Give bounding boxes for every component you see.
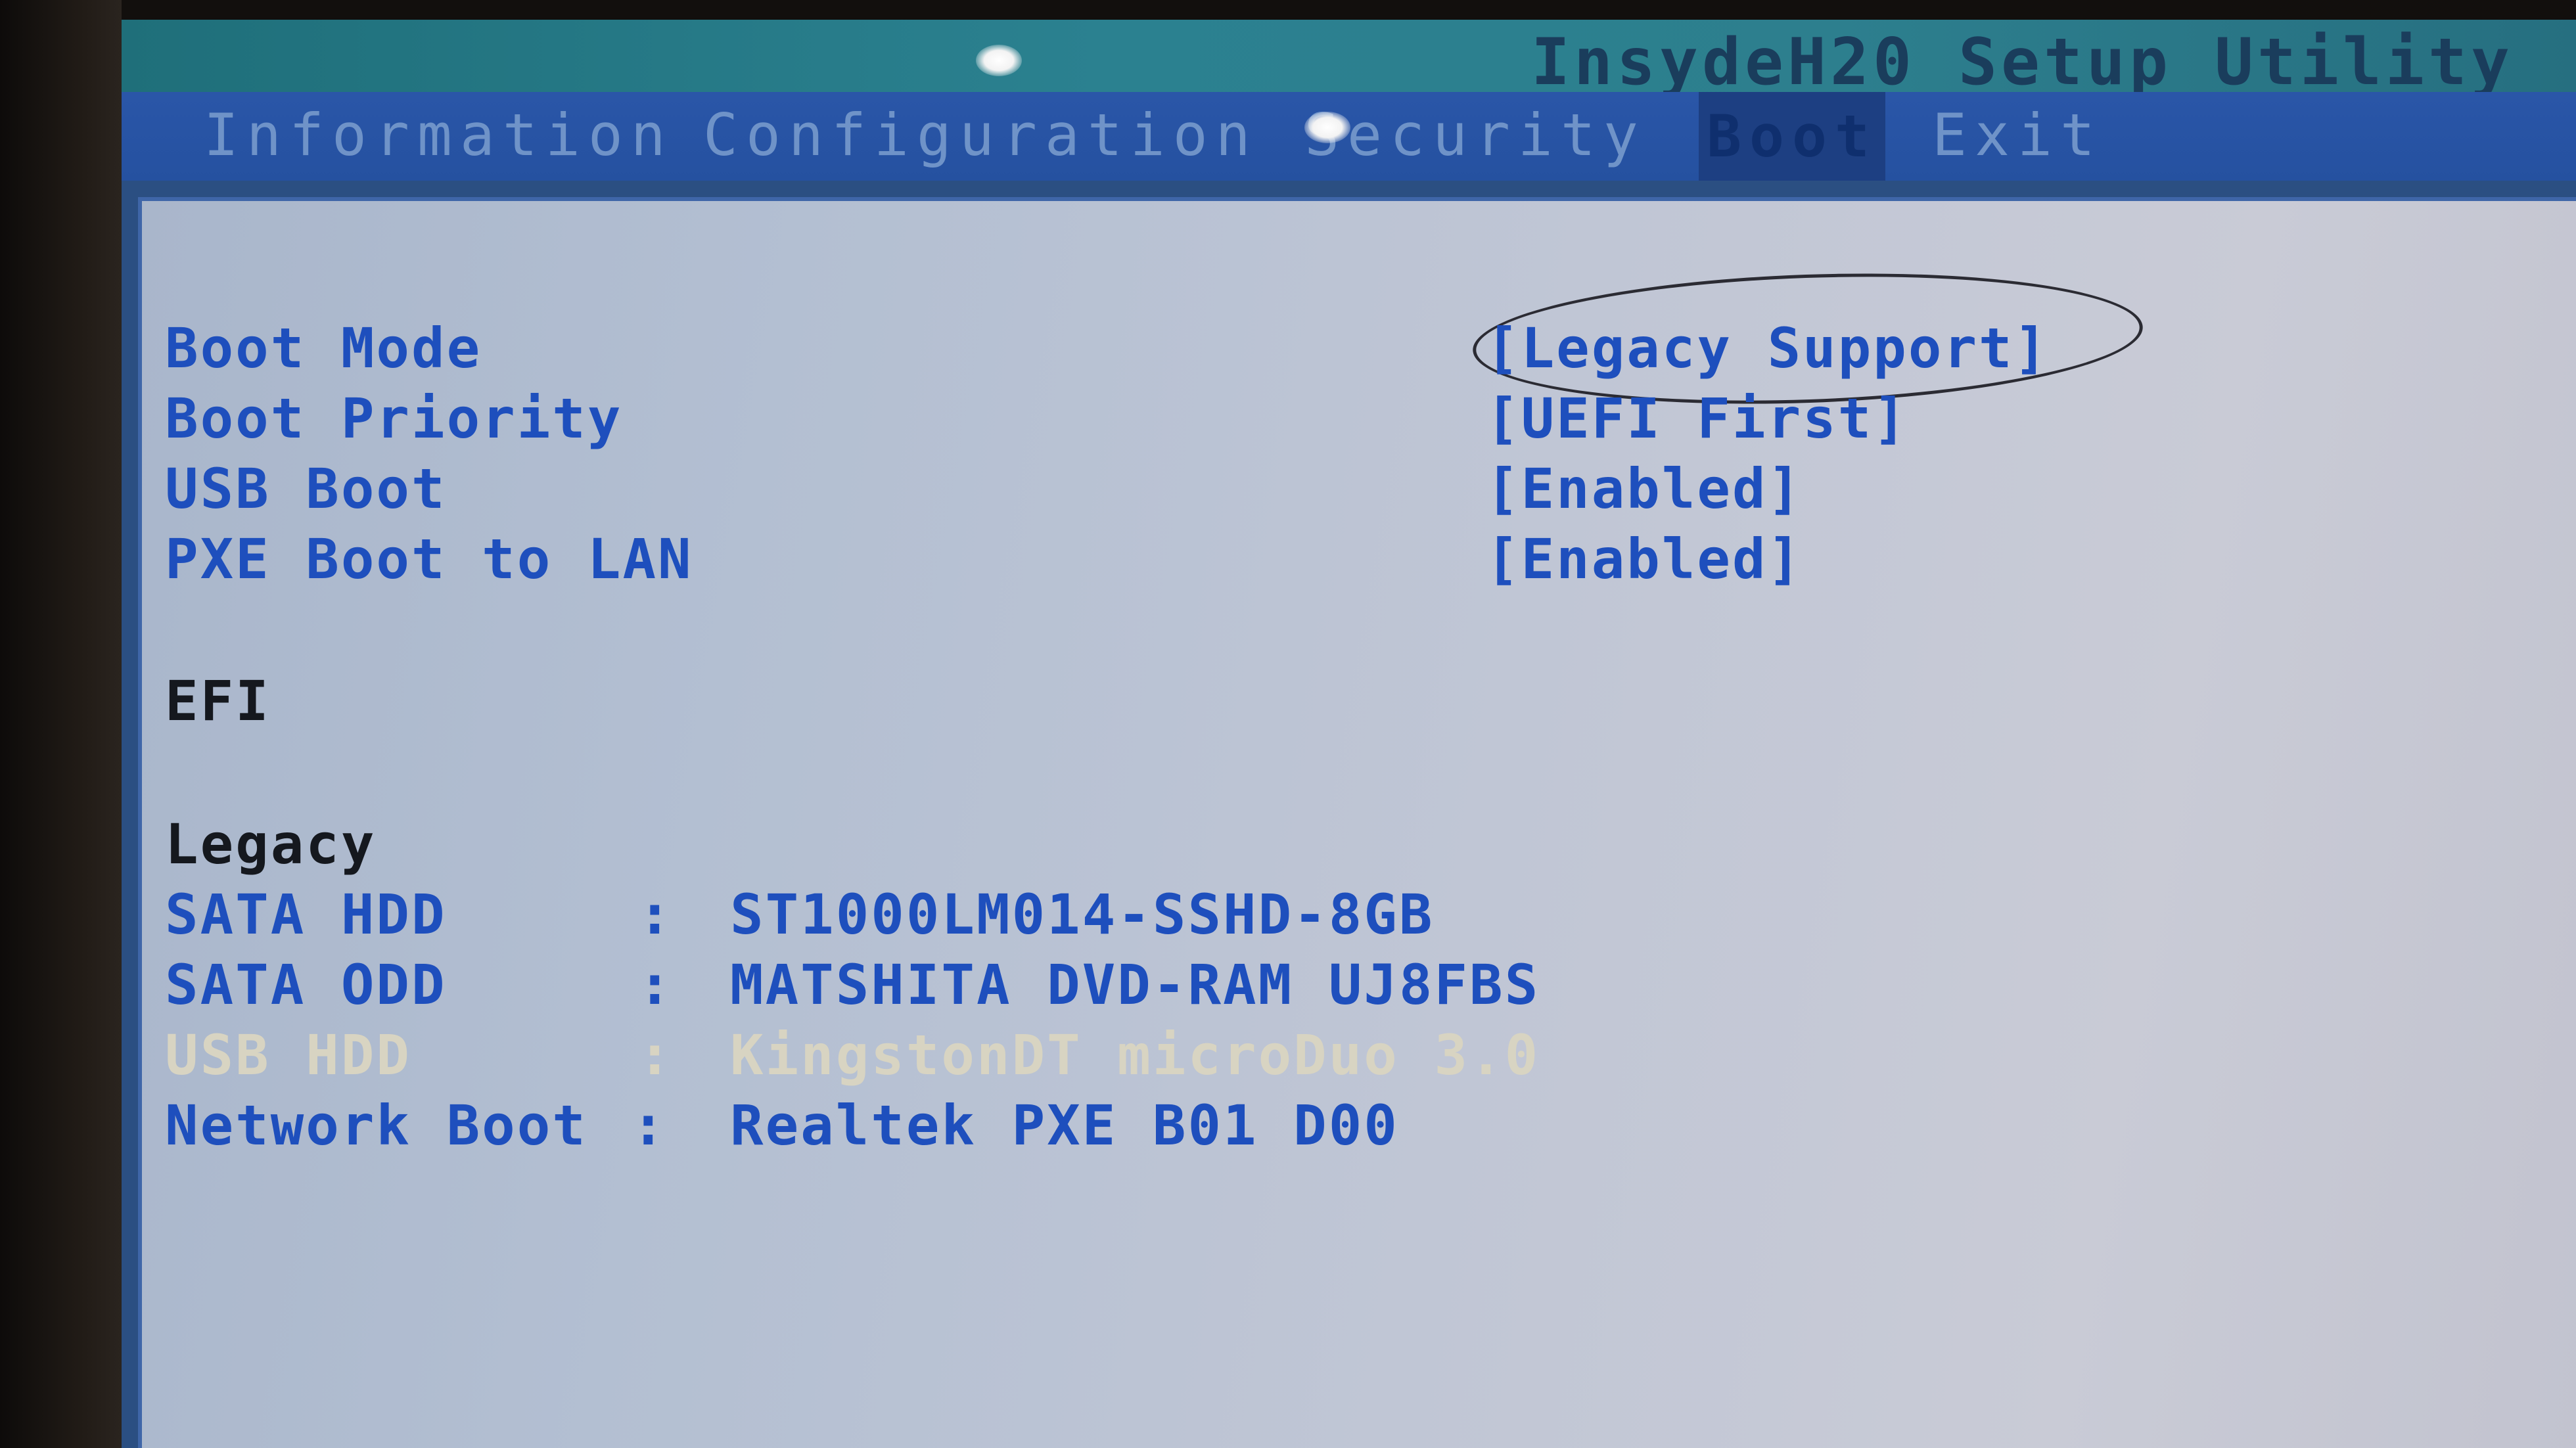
efi-section-heading: EFI [165, 669, 271, 733]
pxe-boot-value[interactable]: [Enabled] [1486, 527, 1803, 591]
usb-boot-label: USB Boot [165, 457, 447, 521]
tab-information[interactable]: Information [197, 101, 680, 169]
legacy-section-heading: Legacy [165, 812, 377, 876]
boot-priority-value[interactable]: [UEFI First] [1486, 386, 1908, 451]
usb-boot-value[interactable]: [Enabled] [1486, 457, 1803, 521]
usb-hdd-separator: : [638, 1023, 674, 1087]
boot-priority-label: Boot Priority [165, 386, 623, 451]
sata-odd-label: SATA ODD [165, 953, 447, 1017]
boot-mode-label: Boot Mode [165, 316, 482, 380]
tab-boot-label: Boot [1707, 102, 1877, 170]
tab-security[interactable]: Security [1298, 101, 1653, 169]
network-boot-separator: : [632, 1093, 667, 1158]
sata-hdd-label: SATA HDD [165, 882, 447, 947]
tab-configuration[interactable]: Configuration [697, 101, 1265, 169]
pxe-boot-label: PXE Boot to LAN [165, 527, 693, 591]
bios-screen: InsydeH20 Setup Utility Information Conf… [122, 20, 2576, 1448]
menu-bar: Information Configuration Security Boot … [122, 92, 2576, 181]
screen-glare-reflection [976, 45, 1022, 76]
boot-mode-value[interactable]: [Legacy Support] [1486, 316, 2049, 380]
app-title: InsydeH20 Setup Utility [1530, 25, 2514, 100]
network-boot-device[interactable]: Realtek PXE B01 D00 [730, 1093, 1399, 1158]
usb-hdd-label: USB HDD [165, 1023, 412, 1087]
sata-odd-separator: : [638, 953, 674, 1017]
sata-hdd-separator: : [638, 882, 674, 947]
tab-exit[interactable]: Exit [1925, 101, 2109, 169]
sata-hdd-device[interactable]: ST1000LM014-SSHD-8GB [730, 882, 1434, 947]
monitor-bezel-left [0, 0, 122, 1448]
boot-settings-panel: Boot Mode [Legacy Support] Boot Priority… [138, 197, 2576, 1448]
network-boot-label: Network Boot [165, 1093, 587, 1158]
title-bar: InsydeH20 Setup Utility [122, 20, 2576, 100]
screen-glare-reflection [1304, 112, 1350, 143]
usb-hdd-device[interactable]: KingstonDT microDuo 3.0 [730, 1023, 1540, 1087]
sata-odd-device[interactable]: MATSHITA DVD-RAM UJ8FBS [730, 953, 1540, 1017]
tab-boot[interactable]: Boot [1699, 92, 1885, 181]
